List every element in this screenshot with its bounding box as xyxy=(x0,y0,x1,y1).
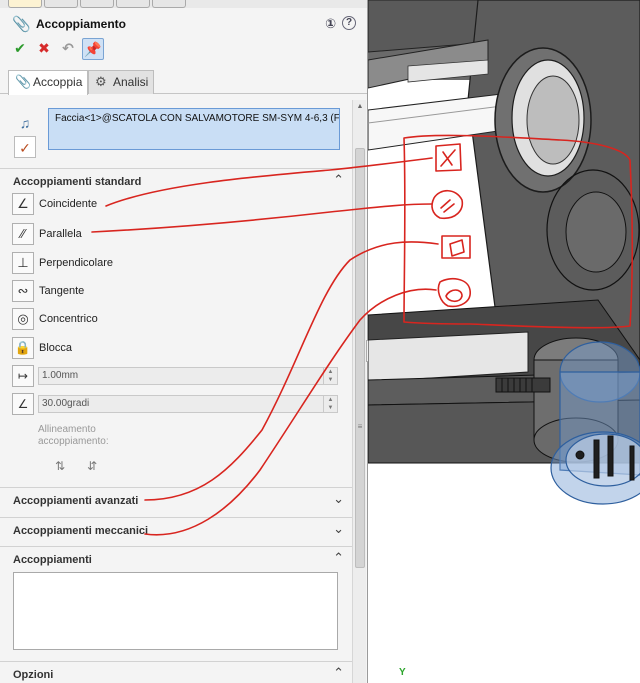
tab-analisi[interactable]: ⚙ Analisi xyxy=(88,70,154,94)
concentric-icon: ◎ xyxy=(12,308,34,330)
section-label: Accoppiamenti meccanici xyxy=(13,525,149,537)
scrollbar-thumb[interactable] xyxy=(355,148,365,568)
panel-title-row: 📎 Accoppiamento ① ? xyxy=(8,14,360,34)
scroll-grip-icon: ≡ xyxy=(357,422,363,431)
mate-lock[interactable]: 🔒 Blocca xyxy=(12,337,332,361)
scroll-up-icon[interactable]: ▲ xyxy=(353,100,367,114)
distance-field[interactable]: 1.00mm ▲ ▼ xyxy=(38,367,338,385)
mate-label: Coincidente xyxy=(39,198,98,210)
mates-list-box[interactable] xyxy=(13,572,338,650)
distance-value: 1.00mm xyxy=(42,370,79,381)
graphics-area[interactable] xyxy=(368,0,640,683)
pin-button[interactable]: 📌 xyxy=(82,38,104,60)
selection-item[interactable]: Faccia<1>@SCATOLA CON SALVAMOTORE SM-SYM… xyxy=(55,113,339,124)
whats-wrong-icon[interactable]: ① xyxy=(325,16,336,32)
tab-accoppia[interactable]: 📎 Accoppia xyxy=(8,70,88,95)
section-label: Accoppiamenti avanzati xyxy=(13,495,139,507)
mate-parallel[interactable]: ∕∕ Parallela xyxy=(12,223,332,247)
mate-label: Blocca xyxy=(39,342,73,354)
tangent-icon: ∾ xyxy=(12,280,34,302)
options-header[interactable]: Opzioni ⌃ xyxy=(0,661,352,683)
mechanical-mates-header[interactable]: Accoppiamenti meccanici ⌄ xyxy=(0,517,352,543)
tab-label: Analisi xyxy=(113,75,149,89)
chevron-up-icon[interactable]: ⌃ xyxy=(333,172,344,188)
feature-manager-tab[interactable] xyxy=(8,0,42,8)
mate-selections-icon: ♫ xyxy=(19,115,31,131)
mates-header[interactable]: Accoppiamenti ⌃ xyxy=(0,546,352,572)
panel-title: Accoppiamento xyxy=(36,17,127,31)
section-label: Accoppiamenti xyxy=(13,554,92,566)
chevron-down-icon[interactable]: ⌄ xyxy=(333,521,344,537)
help-icon[interactable]: ? xyxy=(342,16,356,30)
distance-spinner[interactable]: ▲ ▼ xyxy=(323,368,337,384)
section-label: Accoppiamenti standard xyxy=(13,176,142,188)
property-manager-panel: 📎 Accoppiamento ① ? ✔ ✖ ↶ 📌 📎 Accoppia ⚙… xyxy=(0,0,368,683)
cancel-button[interactable]: ✖ xyxy=(34,38,54,58)
property-manager-tab[interactable] xyxy=(44,0,78,8)
angle-value: 30.00gradi xyxy=(42,398,90,409)
mate-label: Parallela xyxy=(39,228,82,240)
configuration-manager-tab[interactable] xyxy=(80,0,114,8)
mate-label: Perpendicolare xyxy=(39,257,113,269)
aligned-icon[interactable]: ⇅ xyxy=(50,456,70,476)
angle-field[interactable]: 30.00gradi ▲ ▼ xyxy=(38,395,338,413)
mate-label: Tangente xyxy=(39,285,85,297)
mate-concentric[interactable]: ◎ Concentrico xyxy=(12,308,332,332)
mate-coincident[interactable]: ∠ Coincidente xyxy=(12,193,332,217)
mate-selections-box[interactable]: Faccia<1>@SCATOLA CON SALVAMOTORE SM-SYM… xyxy=(48,108,340,150)
chevron-up-icon[interactable]: ⌃ xyxy=(333,665,344,681)
display-manager-tab[interactable] xyxy=(152,0,186,8)
alignment-label: Allineamento accoppiamento: xyxy=(38,424,109,447)
dimxpert-tab[interactable] xyxy=(116,0,150,8)
chevron-up-icon[interactable]: ⌃ xyxy=(333,550,344,566)
advanced-mates-header[interactable]: Accoppiamenti avanzati ⌄ xyxy=(0,487,352,513)
anti-aligned-icon[interactable]: ⇵ xyxy=(82,456,102,476)
mate-label: Concentrico xyxy=(39,313,98,325)
paperclip-icon: 📎 xyxy=(12,16,31,33)
panel-scrollbar[interactable]: ▲ ≡ xyxy=(352,100,366,683)
chevron-down-icon[interactable]: ⌄ xyxy=(333,491,344,507)
standard-mates-header[interactable]: Accoppiamenti standard ⌃ xyxy=(0,168,352,194)
tab-label: Accoppia xyxy=(33,75,83,89)
axis-triad-label: Y xyxy=(399,667,406,678)
panel-tabs: 📎 Accoppia ⚙ Analisi xyxy=(0,70,367,95)
angle-spinner[interactable]: ▲ ▼ xyxy=(323,396,337,412)
perpendicular-icon: ⊥ xyxy=(12,252,34,274)
distance-icon[interactable]: ↦ xyxy=(12,365,34,387)
section-label: Opzioni xyxy=(13,669,54,681)
mate-tangent[interactable]: ∾ Tangente xyxy=(12,280,332,304)
manager-tab-strip xyxy=(0,0,367,8)
undo-button[interactable]: ↶ xyxy=(58,38,78,58)
ok-button[interactable]: ✔ xyxy=(10,38,30,58)
angle-icon[interactable]: ∠ xyxy=(12,393,34,415)
coincident-icon: ∠ xyxy=(12,193,34,215)
paperclip-icon: 📎 xyxy=(15,74,32,89)
cad-model-render xyxy=(368,0,640,683)
gears-icon: ⚙ xyxy=(95,74,107,89)
multi-mate-icon[interactable]: ✓ xyxy=(14,136,36,158)
mate-perpendicular[interactable]: ⊥ Perpendicolare xyxy=(12,252,332,276)
parallel-icon: ∕∕ xyxy=(12,223,34,245)
lock-icon: 🔒 xyxy=(12,337,34,359)
